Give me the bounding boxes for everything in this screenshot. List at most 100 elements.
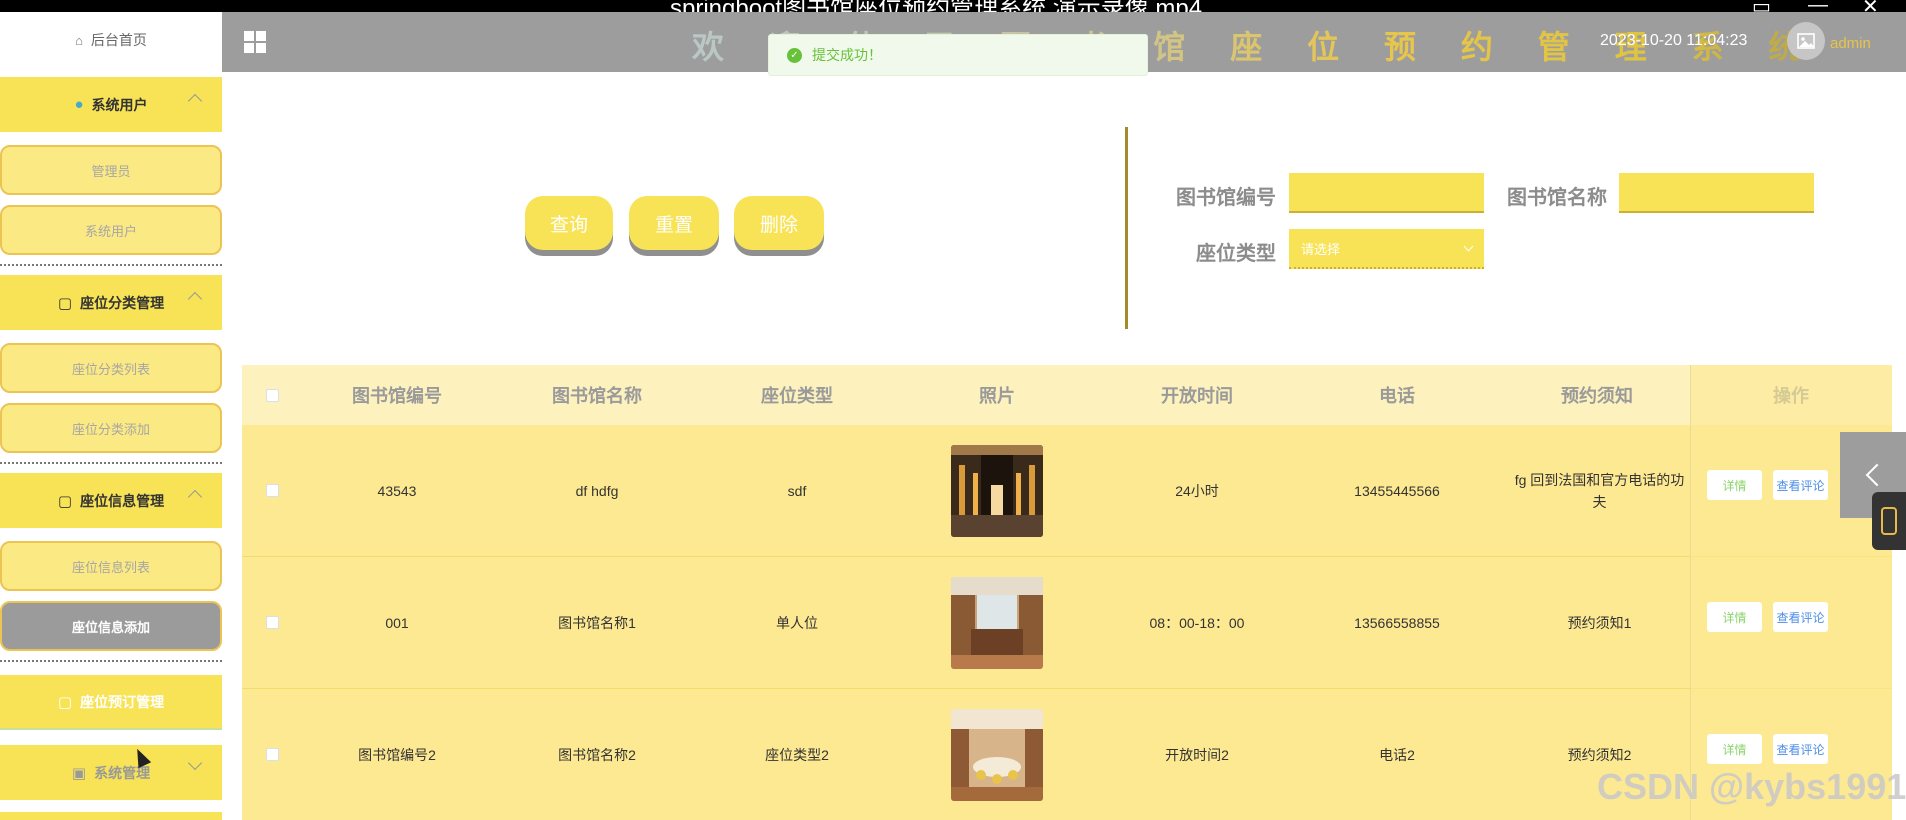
table-row[interactable]: 43543 df hdfg sdf 24小时 13455445566 fg 回到… (242, 425, 1892, 557)
column-header[interactable]: 预约须知 (1497, 365, 1697, 425)
column-header[interactable]: 电话 (1297, 365, 1497, 425)
window-title: springboot图书馆座位预约管理系统 演示录像.mp4 (670, 0, 1202, 12)
sidebar-home-label: 后台首页 (90, 32, 147, 48)
cell-photo (897, 425, 1097, 556)
divider (0, 462, 222, 464)
sidebar-group-system-users[interactable]: ● 系统用户 (0, 77, 222, 132)
home-icon: ⌂ (75, 32, 83, 48)
cell-library-name: 图书馆名称1 (558, 614, 636, 631)
seat-type-select-value: 请选择 (1301, 241, 1341, 257)
reading-room-photo[interactable] (951, 708, 1043, 801)
chevron-left-icon (1865, 463, 1889, 487)
divider (0, 660, 222, 662)
search-divider (1125, 127, 1128, 329)
cell-photo (897, 689, 1097, 820)
sidebar-group-seat-booking[interactable]: ▢ 座位预订管理 (0, 675, 222, 730)
cell-library-code: 001 (385, 614, 409, 631)
detail-button[interactable]: 详情 (1707, 734, 1762, 764)
cell-phone: 13566558855 (1354, 614, 1440, 631)
avatar[interactable] (1787, 22, 1825, 60)
sidebar-item-label: 座位分类添加 (71, 421, 150, 437)
row-checkbox[interactable] (265, 484, 279, 497)
view-comments-button[interactable]: 查看评论 (1773, 734, 1828, 764)
seat-type-select[interactable]: 请选择 (1289, 229, 1484, 269)
sidebar-item-seat-info-add[interactable]: 座位信息添加 (0, 601, 222, 651)
library-interior-photo[interactable] (951, 444, 1043, 537)
cell-notice: fg 回到法国和官方电话的功夫 (1514, 471, 1685, 510)
column-header[interactable]: 照片 (897, 365, 1097, 425)
chevron-down-icon (1463, 241, 1474, 252)
sidebar-item-seat-category-add[interactable]: 座位分类添加 (0, 403, 222, 453)
chevron-up-icon (187, 93, 203, 109)
seat-info-table: 图书馆编号 图书馆名称 座位类型 照片 开放时间 电话 预约须知 操作 4354… (242, 365, 1892, 820)
cell-open-hours: 开放时间2 (1165, 746, 1229, 763)
select-all-cell (242, 365, 302, 425)
column-header[interactable]: 图书馆编号 (297, 365, 497, 425)
library-code-label: 图书馆编号 (1176, 187, 1276, 209)
select-all-checkbox[interactable] (265, 388, 279, 402)
sidebar-item-seat-info-list[interactable]: 座位信息列表 (0, 541, 222, 591)
window-titlebar: springboot图书馆座位预约管理系统 演示录像.mp4 ▭ — ✕ (0, 0, 1906, 12)
sidebar: ⌂ 后台首页 ● 系统用户 管理员 系统用户 ▢ 座位分类管理 座位分类列表 座… (0, 12, 222, 820)
phone-icon[interactable] (1872, 492, 1906, 550)
chevron-up-icon (187, 291, 203, 307)
cell-open-hours: 08：00-18：00 (1149, 614, 1245, 631)
detail-button[interactable]: 详情 (1707, 602, 1762, 632)
sidebar-group-label: 座位预订管理 (80, 693, 165, 710)
column-header[interactable]: 开放时间 (1097, 365, 1297, 425)
cell-phone: 电话2 (1379, 746, 1415, 763)
delete-button[interactable]: 删除 (734, 196, 824, 250)
sidebar-group-seat-info[interactable]: ▢ 座位信息管理 (0, 473, 222, 528)
restore-icon[interactable]: ▭ (1752, 0, 1771, 12)
cell-library-code: 43543 (377, 482, 417, 499)
sidebar-group-seat-category[interactable]: ▢ 座位分类管理 (0, 275, 222, 330)
header-datetime: 2023-10-20 11:04:23 (1600, 32, 1748, 49)
folder-icon: ▢ (57, 492, 73, 510)
row-select-cell (242, 689, 302, 820)
chevron-up-icon (187, 489, 203, 505)
username-label[interactable]: admin (1830, 35, 1871, 52)
query-button[interactable]: 查询 (525, 196, 613, 250)
sidebar-group-label: 座位信息管理 (80, 492, 165, 509)
column-header[interactable]: 图书馆名称 (497, 365, 697, 425)
cell-open-hours: 24小时 (1175, 482, 1219, 499)
view-comments-button[interactable]: 查看评论 (1773, 602, 1828, 632)
sidebar-group-system-management[interactable]: ▣ 系统管理 (0, 745, 222, 800)
row-checkbox[interactable] (265, 748, 279, 761)
toast-message: 提交成功！ (812, 47, 882, 63)
column-header[interactable]: 座位类型 (697, 365, 897, 425)
reset-button[interactable]: 重置 (629, 196, 719, 250)
table-header: 图书馆编号 图书馆名称 座位类型 照片 开放时间 电话 预约须知 操作 (242, 365, 1892, 425)
view-comments-button[interactable]: 查看评论 (1773, 470, 1828, 500)
library-name-label: 图书馆名称 (1507, 187, 1607, 209)
cell-photo (897, 557, 1097, 688)
row-checkbox[interactable] (265, 616, 279, 629)
sidebar-item-system-users[interactable]: 系统用户 (0, 205, 222, 255)
library-name-input[interactable] (1619, 173, 1814, 213)
library-code-input[interactable] (1289, 173, 1484, 213)
sidebar-item-label: 座位分类列表 (71, 361, 150, 377)
table-row[interactable]: 001 图书馆名称1 单人位 08：00-18：00 13566558855 预… (242, 557, 1892, 689)
cell-seat-type: 单人位 (776, 614, 818, 631)
sidebar-group-next[interactable] (0, 812, 222, 820)
minimize-icon[interactable]: — (1808, 0, 1828, 12)
sidebar-item-admin[interactable]: 管理员 (0, 145, 222, 195)
close-icon[interactable]: ✕ (1862, 0, 1879, 12)
cell-phone: 13455445566 (1354, 482, 1440, 499)
image-icon (1797, 33, 1815, 49)
detail-button[interactable]: 详情 (1707, 470, 1762, 500)
cell-seat-type: sdf (787, 482, 807, 499)
sidebar-item-label: 管理员 (91, 163, 131, 179)
app-root: springboot图书馆座位预约管理系统 演示录像.mp4 ▭ — ✕ 欢 迎… (0, 0, 1906, 820)
row-select-cell (242, 557, 302, 688)
sidebar-item-home[interactable]: ⌂ 后台首页 (0, 12, 222, 68)
sidebar-item-seat-category-list[interactable]: 座位分类列表 (0, 343, 222, 393)
sidebar-item-label: 系统用户 (84, 223, 137, 239)
check-circle-icon: ✓ (787, 47, 802, 63)
meeting-room-photo[interactable] (951, 576, 1043, 669)
sidebar-item-label: 座位信息添加 (71, 619, 150, 635)
chevron-down-icon (187, 755, 203, 771)
cell-library-code: 图书馆编号2 (358, 746, 436, 763)
folder-icon: ▢ (57, 693, 73, 711)
menu-grid-icon[interactable] (244, 31, 266, 53)
